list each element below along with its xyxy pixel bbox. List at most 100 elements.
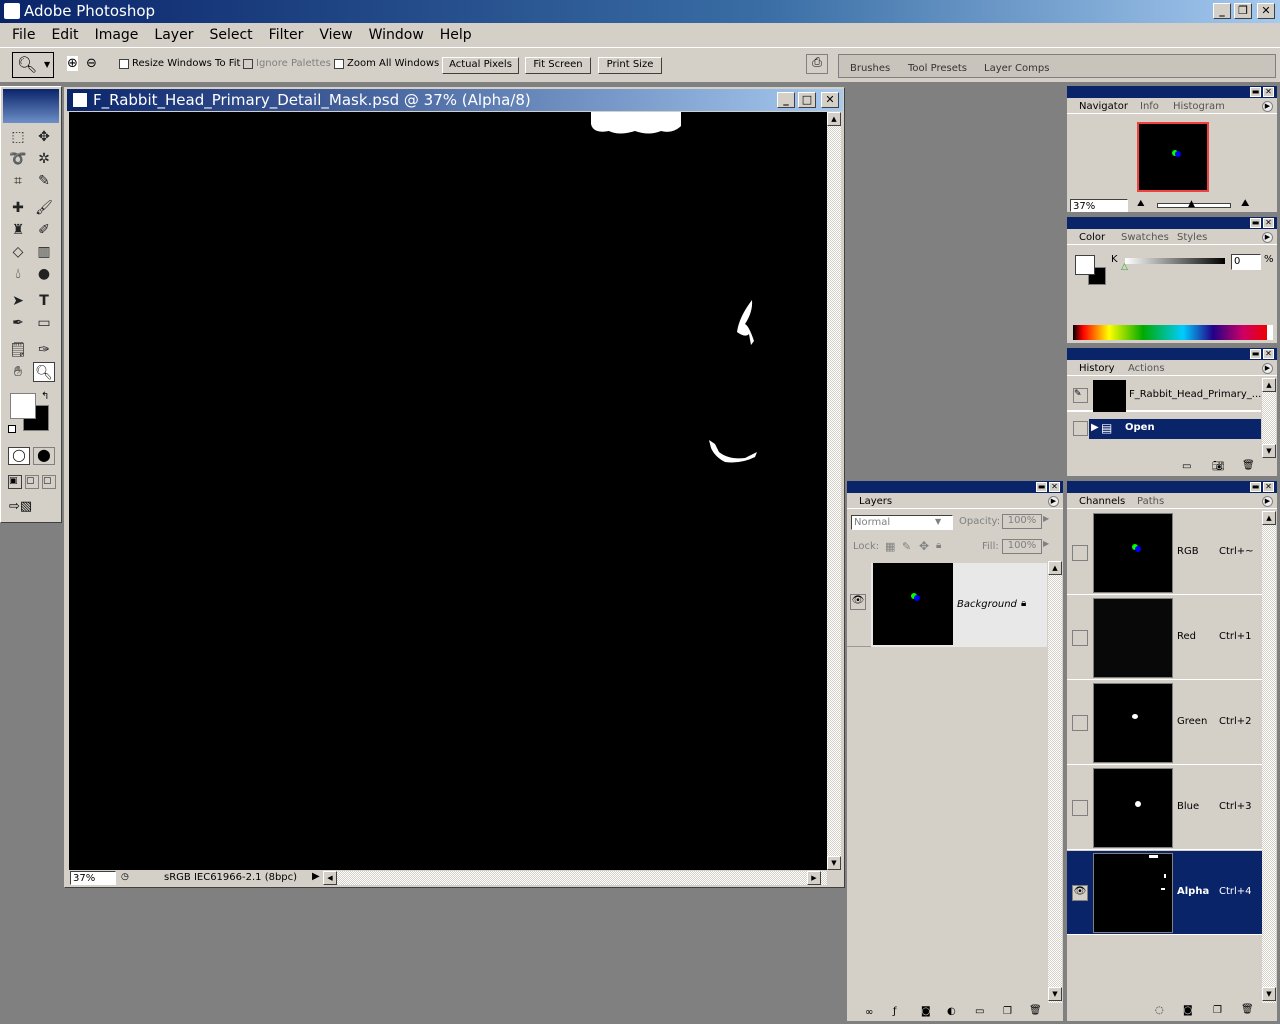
fit-screen-button[interactable]: Fit Screen <box>525 57 591 74</box>
brush-tool-icon[interactable]: 🖌︎ <box>33 198 55 218</box>
add-mask-icon[interactable]: ◙ <box>921 1006 931 1017</box>
tab-info[interactable]: Info <box>1140 101 1159 112</box>
full-screen-menu-mode-icon[interactable]: ▢ <box>25 475 39 489</box>
status-info-icon[interactable]: ◷ <box>121 872 129 882</box>
shape-tool-icon[interactable]: ▭ <box>33 313 55 333</box>
scroll-up-button[interactable]: ▲ <box>827 112 841 126</box>
color-ramp[interactable] <box>1073 325 1273 340</box>
channel-visibility-toggle[interactable] <box>1072 545 1088 561</box>
lock-image-icon[interactable]: ✎ <box>902 540 911 553</box>
panel-menu-icon[interactable]: ▶ <box>1262 232 1273 243</box>
layer-style-icon[interactable]: ƒ <box>893 1006 897 1017</box>
hand-tool-icon[interactable]: ✋︎ <box>7 362 29 382</box>
scroll-down-button[interactable]: ▼ <box>827 856 841 870</box>
menu-view[interactable]: View <box>311 27 360 43</box>
default-colors-icon[interactable] <box>8 425 16 433</box>
zoom-out-small-icon[interactable]: ⛰ <box>1137 199 1145 209</box>
scroll-right-button[interactable]: ▶ <box>807 871 821 885</box>
history-brush-tool-icon[interactable]: ✐ <box>33 220 55 240</box>
doc-minimize-button[interactable]: _ <box>777 92 795 108</box>
chevron-down-icon[interactable]: ▼ <box>935 517 941 526</box>
panel-menu-icon[interactable]: ▶ <box>1048 496 1059 507</box>
k-value-field[interactable]: 0 <box>1231 254 1261 270</box>
channel-row-alpha[interactable]: 👁︎ Alpha Ctrl+4 <box>1067 851 1262 935</box>
opacity-field[interactable]: 100% <box>1002 514 1042 529</box>
restore-button[interactable]: ❐ <box>1234 3 1252 19</box>
scroll-up-button[interactable]: ▲ <box>1262 511 1276 525</box>
tab-color[interactable]: Color <box>1079 232 1106 243</box>
feather-logo-icon[interactable] <box>3 89 59 123</box>
doc-maximize-button[interactable]: □ <box>798 92 816 108</box>
scroll-down-button[interactable]: ▼ <box>1262 987 1276 1001</box>
well-tab-brushes[interactable]: Brushes <box>850 63 890 74</box>
opacity-slider-arrow-icon[interactable]: ▶ <box>1043 514 1053 523</box>
slice-tool-icon[interactable]: ✎ <box>33 171 55 191</box>
panel-menu-icon[interactable]: ▶ <box>1262 101 1273 112</box>
menu-help[interactable]: Help <box>432 27 480 43</box>
history-scrollbar[interactable]: ▲ ▼ <box>1262 378 1276 458</box>
path-selection-tool-icon[interactable]: ➤ <box>7 291 29 311</box>
channel-visibility-toggle[interactable] <box>1072 715 1088 731</box>
dodge-tool-icon[interactable]: ● <box>33 264 55 284</box>
eyedropper-tool-icon[interactable]: ✑ <box>33 340 55 360</box>
fill-field[interactable]: 100% <box>1002 539 1042 554</box>
panel-minimize-button[interactable]: ▬ <box>1250 218 1261 228</box>
history-snapshot-row[interactable]: ✎ F_Rabbit_Head_Primary_... <box>1067 378 1261 412</box>
lock-all-icon[interactable]: 🔒︎ <box>936 540 941 551</box>
fill-slider-arrow-icon[interactable]: ▶ <box>1043 539 1049 548</box>
type-tool-icon[interactable]: T <box>33 291 55 311</box>
history-state-open[interactable]: ▶ ▤ Open <box>1067 418 1261 440</box>
adjustment-layer-icon[interactable]: ◐ <box>947 1006 956 1017</box>
zoom-in-icon[interactable]: ⊕ <box>67 56 78 71</box>
panel-close-button[interactable]: ✕ <box>1263 349 1274 359</box>
channel-visibility-toggle[interactable] <box>1072 800 1088 816</box>
blur-tool-icon[interactable]: 💧︎ <box>7 264 29 284</box>
jump-to-imageready-icon[interactable]: ⇨▧ <box>9 499 53 517</box>
navigator-preview[interactable] <box>1137 122 1209 192</box>
vertical-scrollbar[interactable]: ▲ ▼ <box>827 112 841 870</box>
scroll-down-button[interactable]: ▼ <box>1048 987 1062 1001</box>
panel-close-button[interactable]: ✕ <box>1049 482 1060 492</box>
gradient-tool-icon[interactable]: ▥ <box>33 242 55 262</box>
print-size-button[interactable]: Print Size <box>598 57 662 74</box>
ignore-palettes-checkbox[interactable]: Ignore Palettes <box>243 58 331 69</box>
channel-row-blue[interactable]: Blue Ctrl+3 <box>1067 766 1262 850</box>
panel-close-button[interactable]: ✕ <box>1263 482 1274 492</box>
document-title-bar[interactable]: F_Rabbit_Head_Primary_Detail_Mask.psd @ … <box>67 89 843 111</box>
menu-image[interactable]: Image <box>87 27 147 43</box>
file-browser-icon[interactable]: ⎙ <box>806 54 828 74</box>
channel-row-rgb[interactable]: RGB Ctrl+~ <box>1067 511 1262 595</box>
standard-mode-icon[interactable]: ◯ <box>8 447 30 465</box>
tab-navigator[interactable]: Navigator <box>1079 101 1128 112</box>
zoom-level-field[interactable]: 37% <box>70 871 116 885</box>
marquee-tool-icon[interactable]: ⬚ <box>7 127 29 147</box>
color-fg-swatch[interactable] <box>1075 255 1095 275</box>
close-button[interactable]: ✕ <box>1257 3 1275 19</box>
channel-visibility-toggle[interactable] <box>1072 630 1088 646</box>
foreground-color-swatch[interactable] <box>10 393 36 419</box>
scroll-up-button[interactable]: ▲ <box>1262 378 1276 392</box>
minimize-button[interactable]: _ <box>1213 3 1231 19</box>
trash-icon[interactable]: 🗑︎ <box>1242 460 1255 471</box>
trash-icon[interactable]: 🗑︎ <box>1241 1004 1254 1015</box>
trash-icon[interactable]: 🗑︎ <box>1029 1005 1042 1016</box>
panel-close-button[interactable]: ✕ <box>1263 218 1274 228</box>
menu-edit[interactable]: Edit <box>43 27 86 43</box>
tab-swatches[interactable]: Swatches <box>1121 232 1169 243</box>
menu-file[interactable]: File <box>4 27 43 43</box>
layer-row-background[interactable]: 👁︎ Background 🔒︎ <box>847 561 1047 647</box>
channel-row-green[interactable]: Green Ctrl+2 <box>1067 681 1262 765</box>
layers-scrollbar[interactable]: ▲ ▼ <box>1048 561 1062 1003</box>
eye-icon[interactable]: 👁︎ <box>1072 885 1088 901</box>
link-layers-icon[interactable]: ∞ <box>865 1007 873 1018</box>
k-slider-thumb[interactable]: △ <box>1121 262 1128 272</box>
zoom-tool-icon[interactable]: 🔍︎ <box>33 362 55 382</box>
scroll-up-button[interactable]: ▲ <box>1048 561 1062 575</box>
panel-menu-icon[interactable]: ▶ <box>1262 496 1273 507</box>
lock-position-icon[interactable]: ✥ <box>919 539 929 553</box>
slider-thumb[interactable]: ▲ <box>1188 199 1195 209</box>
navigator-zoom-slider[interactable]: ▲ <box>1157 199 1231 209</box>
panel-minimize-button[interactable]: ▬ <box>1250 87 1261 97</box>
tab-histogram[interactable]: Histogram <box>1173 101 1225 112</box>
tab-channels[interactable]: Channels <box>1079 496 1126 507</box>
